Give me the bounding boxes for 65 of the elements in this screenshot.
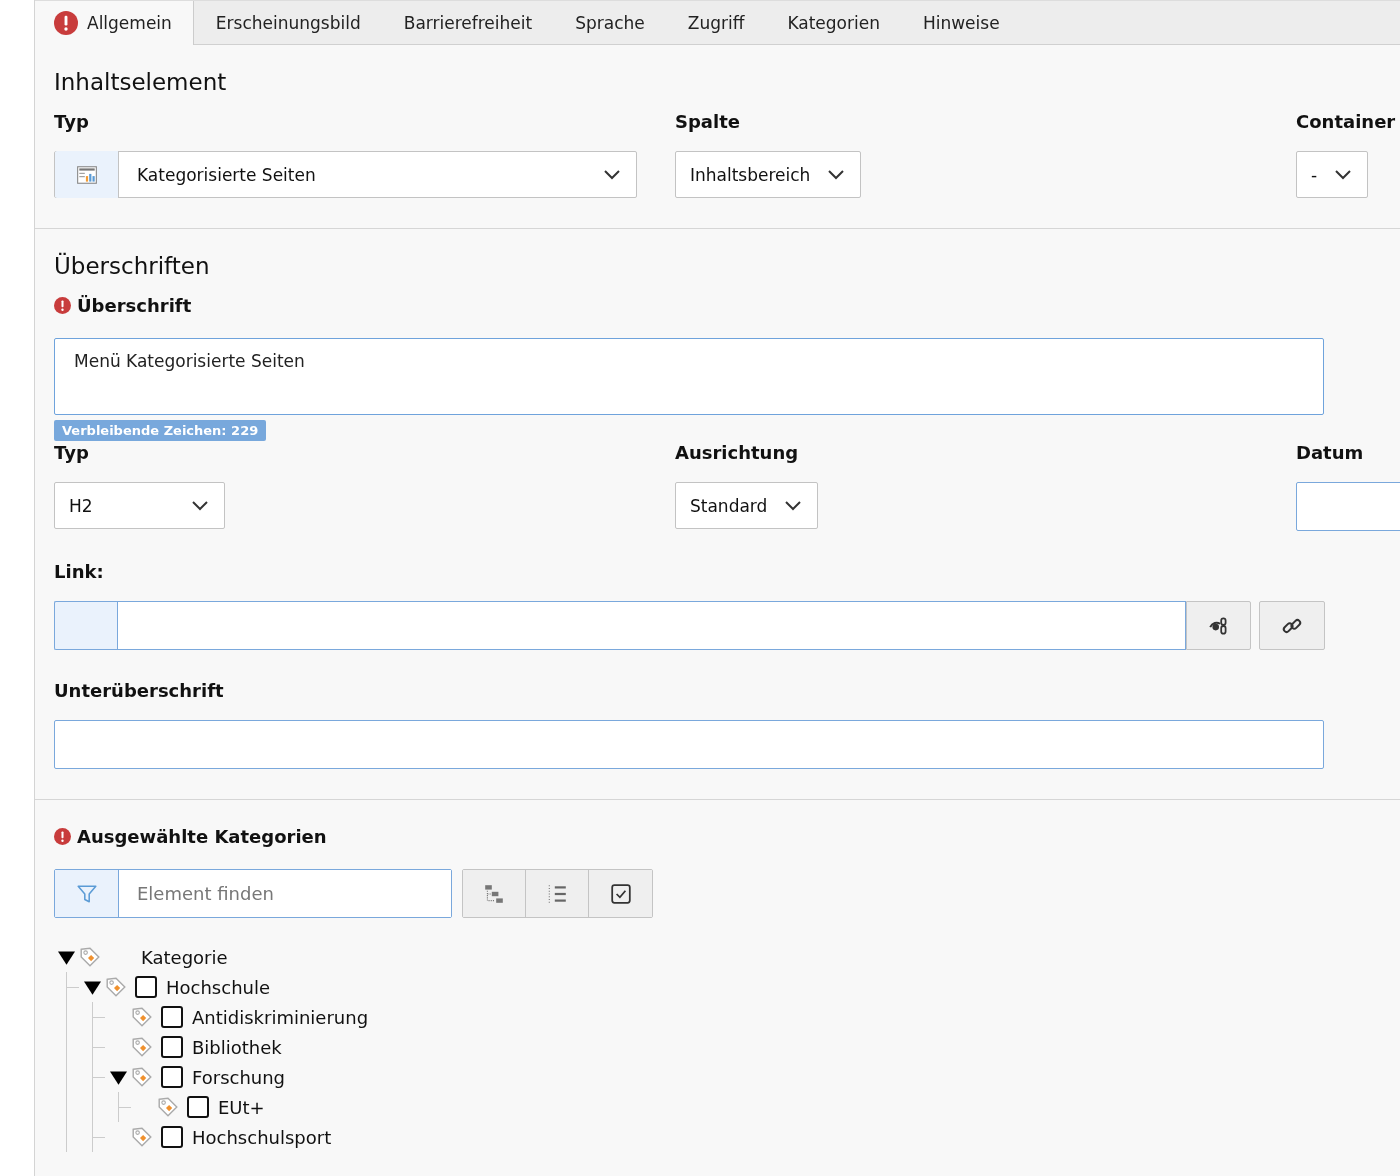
checkbox[interactable]: [161, 1006, 183, 1028]
type-select[interactable]: Kategorisierte Seiten: [54, 151, 637, 198]
headline-type-select[interactable]: H2: [54, 482, 225, 529]
tag-icon: [157, 1096, 179, 1118]
chevron-down-icon: [785, 500, 802, 511]
tree-item-label: EUt+: [218, 1096, 265, 1118]
field-label: Ausgewählte Kategorien: [77, 826, 327, 847]
tag-icon: [105, 976, 127, 998]
field-label: Ausrichtung: [675, 442, 800, 463]
tree-item-label: Hochschulsport: [192, 1126, 332, 1148]
field-label: Typ: [54, 442, 90, 463]
link-field[interactable]: [117, 601, 1186, 650]
tag-icon: [131, 1036, 153, 1058]
chevron-down-icon: [828, 169, 845, 180]
tab[interactable]: Barrierefreiheit: [381, 1, 554, 44]
content-type-icon: [75, 163, 98, 186]
field-label: Datum: [1296, 442, 1365, 463]
checkbox[interactable]: [161, 1126, 183, 1148]
remaining-characters-badge: Verbleibende Zeichen: 229: [54, 420, 267, 441]
chevron-down-icon: [604, 169, 620, 180]
column-select[interactable]: Inhaltsbereich: [675, 151, 862, 198]
field-label: Unterüberschrift: [54, 680, 225, 701]
alignment-select[interactable]: Standard: [675, 482, 819, 529]
tab[interactable]: Erscheinungsbild: [193, 1, 382, 44]
section-heading: Überschriften: [54, 253, 211, 279]
tag-icon: [131, 1066, 153, 1088]
folder-tree-icon: [483, 882, 505, 905]
list-icon: [546, 882, 568, 905]
expand-tree-button[interactable]: [463, 870, 526, 917]
tree-item-label: Kategorie: [141, 946, 228, 968]
chevron-down-icon: [1335, 169, 1352, 180]
headline-field[interactable]: Menü Kategorisierte Seiten: [54, 338, 1324, 415]
tag-icon: [79, 946, 101, 968]
field-label: Link:: [54, 561, 105, 582]
tab[interactable]: Allgemein: [35, 1, 194, 45]
tab[interactable]: Kategorien: [765, 1, 901, 44]
checkbox[interactable]: [135, 976, 157, 998]
expand-toggle-icon[interactable]: [84, 978, 101, 996]
tree-item-label: Antidiskriminierung: [192, 1006, 369, 1028]
section-heading: Inhaltselement: [54, 69, 228, 95]
tree-item-label: Hochschule: [166, 976, 271, 998]
subheadline-field[interactable]: [54, 720, 1324, 769]
filter-field[interactable]: Element finden: [54, 869, 452, 918]
field-label: Überschrift: [77, 295, 192, 316]
container-select[interactable]: -: [1296, 151, 1369, 198]
field-label: Spalte: [675, 111, 741, 132]
checkbox[interactable]: [161, 1036, 183, 1058]
link-addon: [54, 601, 117, 650]
chevron-down-icon: [192, 500, 208, 511]
checkbox-checked-icon: [609, 882, 632, 905]
field-label: Typ: [54, 111, 90, 132]
tab[interactable]: Hinweise: [900, 1, 1021, 44]
tab[interactable]: Sprache: [553, 1, 666, 44]
field-label: Container: [1296, 111, 1397, 132]
tab[interactable]: Zugriff: [665, 1, 766, 44]
checkbox[interactable]: [161, 1066, 183, 1088]
link-preview-button[interactable]: [1186, 601, 1251, 650]
checkbox[interactable]: [187, 1096, 209, 1118]
tag-icon: [131, 1006, 153, 1028]
tag-icon: [131, 1126, 153, 1148]
tree-item-label: Forschung: [192, 1066, 286, 1088]
tree-item-label: Bibliothek: [192, 1036, 282, 1058]
expand-toggle-icon[interactable]: [110, 1068, 127, 1086]
expand-toggle-icon[interactable]: [58, 948, 75, 966]
link-button[interactable]: [1259, 601, 1325, 650]
